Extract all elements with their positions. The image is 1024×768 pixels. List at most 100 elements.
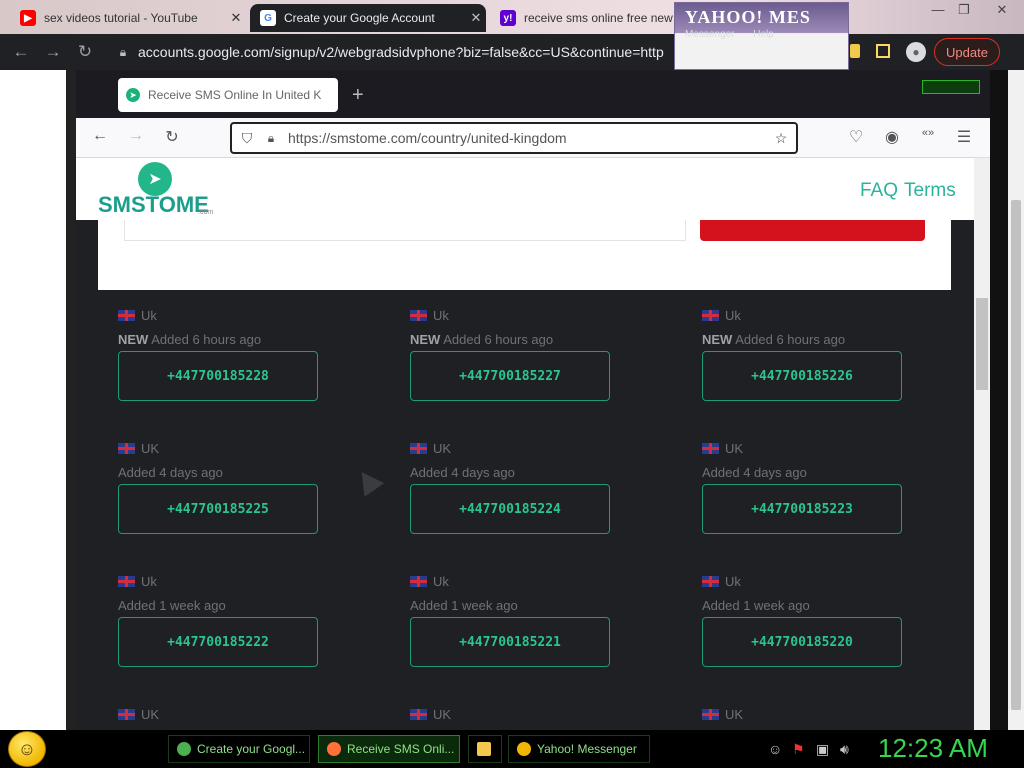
phone-number: +447700185228 [167,368,269,384]
phone-number-button[interactable]: +447700185227 [410,351,610,401]
reading-list-icon[interactable] [876,44,890,58]
search-button[interactable] [700,220,925,241]
task-folder[interactable] [468,735,502,763]
yahoo-logo: YAHOO! MES [685,7,811,27]
country-label: Uk [702,574,902,589]
phone-number-button[interactable]: +447700185224 [410,484,610,534]
added-time: Added 1 week ago [118,598,318,613]
firefox-tab-smstome[interactable]: ➤ Receive SMS Online In United K [118,78,338,112]
country-label: UK [118,441,318,456]
account-icon[interactable]: ◉ [880,127,904,147]
search-input[interactable] [124,220,686,241]
reload-icon[interactable]: ↻ [160,127,184,147]
nav-terms[interactable]: Terms [904,180,956,202]
tray-smiley-icon[interactable]: ☺ [768,741,782,757]
phone-number: +447700185222 [167,634,269,650]
country-name: Uk [433,308,449,323]
country-label: Uk [702,308,902,323]
phone-number-button[interactable]: +447700185228 [118,351,318,401]
scrollbar-thumb[interactable] [976,298,988,390]
phone-number-button[interactable]: +447700185226 [702,351,902,401]
tab-title: Create your Google Account [284,11,435,25]
youtube-icon: ▶ [20,10,36,26]
added-text: Added 6 hours ago [735,332,846,347]
scrollbar-thumb[interactable] [1011,200,1021,710]
phone-number: +447700185227 [459,368,561,384]
close-icon[interactable]: ✕ [226,10,246,26]
added-text: Added 1 week ago [118,598,226,613]
number-card: UK Added 4 days ago +447700185223 [702,441,902,534]
phone-number-button[interactable]: +447700185220 [702,617,902,667]
chrome-tab-google[interactable]: G Create your Google Account ✕ [250,4,486,32]
task-chrome[interactable]: Create your Googl... [168,735,310,763]
chrome-url: accounts.google.com/signup/v2/webgradsid… [138,44,664,60]
bookmark-star-icon[interactable]: ☆ [766,130,796,147]
profile-avatar-icon[interactable]: ● [906,42,926,62]
country-name: Uk [141,308,157,323]
restore-icon[interactable]: ❐ [952,2,976,18]
country-label: Uk [410,308,610,323]
country-name: Uk [433,574,449,589]
added-text: Added 1 week ago [410,598,518,613]
window-controls-icon[interactable] [922,80,980,94]
added-text: Added 4 days ago [702,465,807,480]
forward-icon[interactable]: → [124,127,148,145]
close-icon[interactable]: ✕ [466,10,486,26]
site-logo-suffix: .com [198,209,214,216]
chrome-tab-yahoo[interactable]: y! receive sms online free new [490,4,676,32]
task-label: Create your Googl... [197,742,306,756]
phone-number-button[interactable]: +447700185221 [410,617,610,667]
tab-title: sex videos tutorial - YouTube [44,11,198,25]
window-border [66,70,76,730]
update-button[interactable]: Update [934,38,1000,66]
tray-volume-icon[interactable]: 🔊︎ [840,741,849,758]
phone-number-button[interactable]: +447700185223 [702,484,902,534]
smstome-favicon: ➤ [126,88,140,102]
extension-icon[interactable] [850,44,860,58]
extensions-icon[interactable]: «» [916,127,940,139]
back-icon[interactable]: ← [88,127,112,145]
pocket-icon[interactable]: ♡ [844,127,868,147]
firefox-address-bar[interactable]: ⛉ 🔒︎ https://smstome.com/country/united-… [230,122,798,154]
forward-icon[interactable]: → [42,42,64,62]
paper-plane-icon: ➤ [138,162,172,196]
folder-icon [477,742,491,756]
country-label: Uk [410,574,610,589]
back-icon[interactable]: ← [10,42,32,62]
yahoo-messenger-popup[interactable]: YAHOO! MES Messenger Help [674,2,849,70]
uk-flag-icon [118,310,135,321]
outer-scrollbar[interactable] [1008,70,1024,730]
minimize-icon[interactable]: — [926,2,950,17]
country-name: UK [141,707,160,722]
menu-icon[interactable]: ☰ [952,127,976,147]
desktop-left-strip [0,70,66,730]
chrome-address-bar[interactable]: 🔒︎ accounts.google.com/signup/v2/webgrad… [108,38,684,66]
taskbar-clock[interactable]: 12:23 AM [878,733,988,764]
phone-number-button[interactable]: +447700185222 [118,617,318,667]
tray-flag-icon[interactable]: ⚑ [792,741,805,758]
uk-flag-icon [118,443,135,454]
chrome-tab-youtube[interactable]: ▶ sex videos tutorial - YouTube ✕ [10,4,246,32]
task-firefox[interactable]: Receive SMS Onli... [318,735,460,763]
tray-network-icon[interactable]: ▣ [816,741,829,758]
uk-flag-icon [702,310,719,321]
added-time: Added 1 week ago [702,598,902,613]
new-tab-icon[interactable]: + [352,84,364,107]
added-time: Added 4 days ago [702,465,902,480]
yahoo-icon: y! [500,10,516,26]
uk-flag-icon [410,576,427,587]
task-label: Yahoo! Messenger [537,742,637,756]
country-name: UK [433,441,452,456]
task-yahoo[interactable]: Yahoo! Messenger [508,735,650,763]
nav-faq[interactable]: FAQ [860,180,898,202]
site-logo[interactable]: SMSTOME [98,192,209,218]
start-smiley-icon[interactable]: ☺ [8,731,46,767]
number-card: Uk Added 1 week ago +447700185222 [118,574,318,667]
close-window-icon[interactable]: ✕ [990,2,1014,18]
number-card: Uk NEW Added 6 hours ago +447700185226 [702,308,902,401]
uk-flag-icon [702,576,719,587]
lock-icon: 🔒︎ [119,44,127,59]
page-scrollbar[interactable] [974,158,990,730]
phone-number-button[interactable]: +447700185225 [118,484,318,534]
reload-icon[interactable]: ↻ [74,42,96,62]
